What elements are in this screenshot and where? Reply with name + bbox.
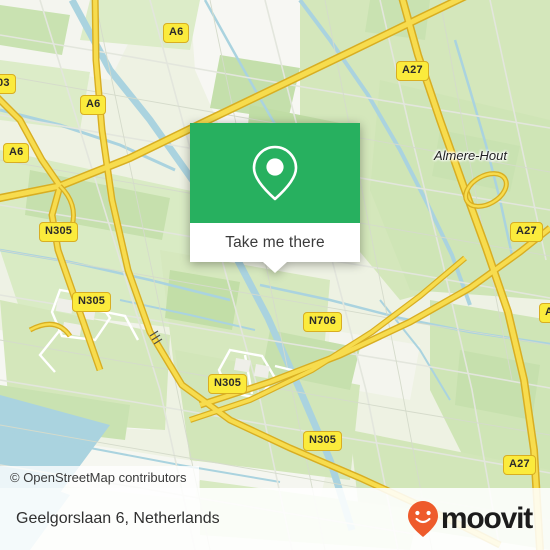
road-shield-n706: N706 [303, 312, 343, 332]
road-shield-a6: A6 [80, 95, 107, 115]
road-shield-a27: A27 [539, 303, 550, 323]
road-shield-a27: A27 [503, 455, 536, 475]
take-me-there-callout[interactable]: Take me there [190, 123, 360, 273]
callout-pointer [263, 262, 287, 273]
map-pin-icon [252, 145, 298, 201]
take-me-there-label: Take me there [225, 233, 325, 251]
osm-attribution-bar[interactable]: © OpenStreetMap contributors [0, 466, 199, 488]
road-shield-n305: N305 [72, 292, 112, 312]
place-label-almere-hout: Almere-Hout [434, 148, 507, 163]
road-shield-n305: N305 [208, 374, 248, 394]
road-shield-clipped: 03 [0, 74, 16, 94]
moovit-logo[interactable]: moovit [406, 500, 533, 538]
callout-action-panel[interactable]: Take me there [190, 223, 360, 273]
map-page: A6 A6 A6 03 A27 A27 A27 A27 N305 N305 N3… [0, 0, 550, 550]
moovit-wordmark: moovit [440, 502, 533, 535]
road-shield-a6: A6 [3, 143, 30, 163]
road-shield-a27: A27 [510, 222, 543, 242]
callout-icon-panel [190, 123, 360, 223]
road-shield-n305: N305 [303, 431, 343, 451]
road-shield-a6: A6 [163, 23, 190, 43]
road-shield-a27: A27 [396, 61, 429, 81]
osm-attribution-text: © OpenStreetMap contributors [10, 469, 187, 485]
road-shield-n305: N305 [39, 222, 79, 242]
moovit-pin-smiley-icon [407, 501, 438, 537]
footer-bar: Geelgorslaan 6, Netherlands moovit [0, 488, 550, 550]
address-label: Geelgorslaan 6, Netherlands [16, 510, 220, 527]
